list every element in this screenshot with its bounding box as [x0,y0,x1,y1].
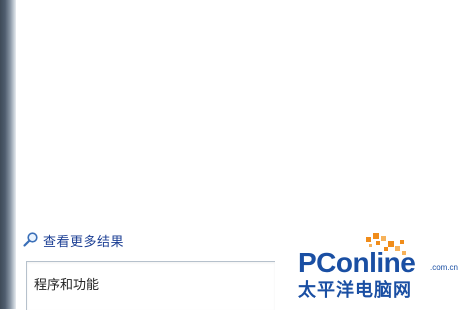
search-box[interactable] [26,261,275,310]
search-input[interactable] [34,276,264,291]
logo-chinese-text: 太平洋电脑网 [298,279,412,301]
logo-domain-text: .com.cn [430,263,458,272]
logo-brand-text: PConline [298,247,415,278]
magnifier-icon [22,231,40,249]
see-more-results-link[interactable]: 查看更多结果 [22,229,124,251]
window-left-edge [0,0,16,309]
pconline-logo: PConline .com.cn 太平洋电脑网 [298,233,458,301]
pconline-watermark: PConline .com.cn 太平洋电脑网 [296,232,472,306]
see-more-results-label: 查看更多结果 [43,234,125,250]
